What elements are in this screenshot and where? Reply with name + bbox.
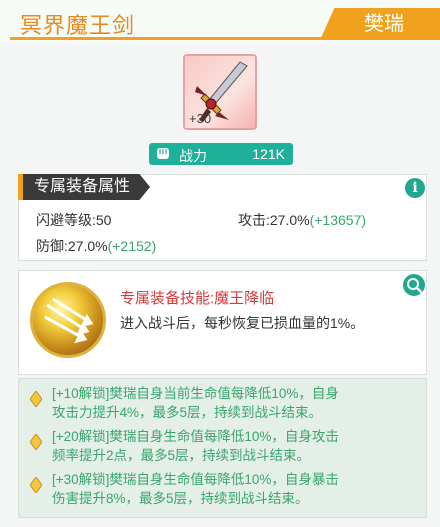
skill-arrows-icon (30, 282, 106, 358)
defense-stat: 防御:27.0%(+2152) (36, 236, 156, 256)
defense-stat-value: 防御:27.0% (36, 238, 108, 254)
combat-power-bar: 战力 121K (149, 143, 293, 165)
equipment-item-card[interactable]: +30 (183, 54, 257, 130)
combat-power-value: 121K (252, 146, 285, 162)
fist-icon (157, 148, 169, 159)
info-icon[interactable]: i (405, 178, 425, 198)
magnifier-icon[interactable] (403, 274, 425, 296)
title-underline (10, 37, 345, 40)
defense-stat-bonus: (+2152) (107, 238, 157, 254)
header-bar: 冥界魔王剑 樊瑞 (0, 0, 440, 44)
unlock-line-1: [+20解锁]樊瑞自身生命值每降低10%，自身攻击 (52, 429, 339, 444)
attack-stat-bonus: (+13657) (309, 212, 367, 228)
unlock-text: [+30解锁]樊瑞自身生命值每降低10%，自身暴击 伤害提升8%，最多5层，持续… (52, 470, 418, 508)
unlock-text: [+10解锁]樊瑞自身当前生命值每降低10%，自身 攻击力提升4%，最多5层，持… (52, 384, 418, 422)
owner-tab[interactable]: 樊瑞 (320, 8, 440, 40)
combat-power-label: 战力 (179, 148, 207, 164)
unlock-line-2: 攻击力提升4%，最多5层，持续到战斗结束。 (52, 405, 323, 420)
unlock-line-2: 频率提升2点，最多5层，持续到战斗结束。 (52, 448, 311, 463)
diamond-bullet-icon (30, 477, 42, 493)
dodge-stat: 闪避等级:50 (36, 212, 112, 228)
diamond-bullet-icon (30, 434, 42, 450)
skill-description: 进入战斗后，每秒恢复已损血量的1%。 (120, 315, 365, 331)
diamond-bullet-icon (30, 391, 42, 407)
equipment-title: 冥界魔王剑 (20, 13, 136, 38)
unlock-line-1: [+10解锁]樊瑞自身当前生命值每降低10%，自身 (52, 386, 339, 401)
unlock-line-2: 伤害提升8%，最多5层，持续到战斗结束。 (52, 491, 309, 506)
unlock-text: [+20解锁]樊瑞自身生命值每降低10%，自身攻击 频率提升2点，最多5层，持续… (52, 427, 418, 465)
attack-stat: 攻击:27.0%(+13657) (238, 210, 366, 230)
unlock-line-1: [+30解锁]樊瑞自身生命值每降低10%，自身暴击 (52, 472, 339, 487)
skill-title: 专属装备技能:魔王降临 (120, 290, 275, 307)
item-level-badge: +30 (189, 111, 212, 126)
attack-stat-value: 攻击:27.0% (238, 212, 310, 228)
attributes-section-title: 专属装备属性 (18, 174, 150, 200)
